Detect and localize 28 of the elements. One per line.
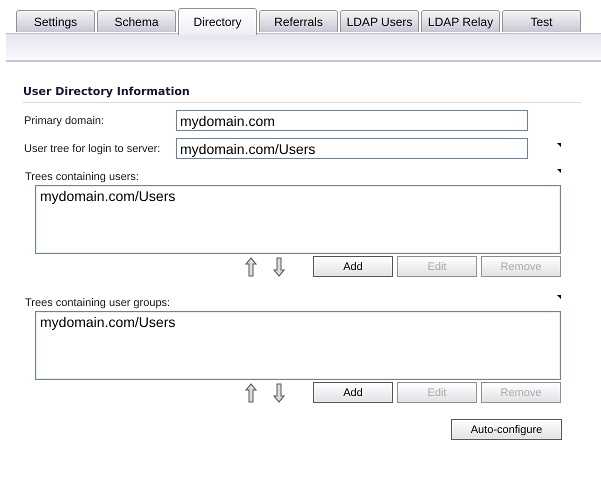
list-button[interactable]: Add xyxy=(313,382,393,403)
field-label: Primary domain: xyxy=(23,114,106,126)
input-field[interactable]: mydomain.com/Users xyxy=(176,138,528,159)
list-item[interactable]: mydomain.com/Users xyxy=(40,188,556,204)
corner-mark-icon xyxy=(557,169,561,173)
list-button[interactable]: Add xyxy=(313,256,393,277)
list-label: Trees containing user groups: xyxy=(25,297,170,309)
down-arrow-icon[interactable] xyxy=(273,256,285,276)
tab[interactable]: LDAP Relay xyxy=(421,10,500,32)
input-field[interactable]: mydomain.com xyxy=(176,110,528,131)
up-arrow-icon[interactable] xyxy=(245,382,257,402)
list-box[interactable]: mydomain.com/Users xyxy=(35,185,561,254)
down-arrow-icon[interactable] xyxy=(273,382,285,402)
list-box[interactable]: mydomain.com/Users xyxy=(35,311,561,380)
list-item[interactable]: mydomain.com/Users xyxy=(40,314,556,330)
tab[interactable]: LDAP Users xyxy=(340,10,419,32)
tab[interactable]: Referrals xyxy=(259,10,338,32)
corner-mark-icon xyxy=(557,143,561,147)
list-label: Trees containing users: xyxy=(25,171,139,183)
tab[interactable]: Test xyxy=(502,10,581,32)
tab[interactable]: Settings xyxy=(16,10,95,32)
auto-configure-button[interactable]: Auto-configure xyxy=(451,419,562,440)
section-title: User Directory Information xyxy=(23,85,581,103)
corner-mark-icon xyxy=(557,295,561,299)
tab[interactable]: Directory xyxy=(178,8,257,35)
up-arrow-icon[interactable] xyxy=(245,256,257,276)
tab[interactable]: Schema xyxy=(97,10,176,32)
field-label: User tree for login to server: xyxy=(23,142,162,154)
